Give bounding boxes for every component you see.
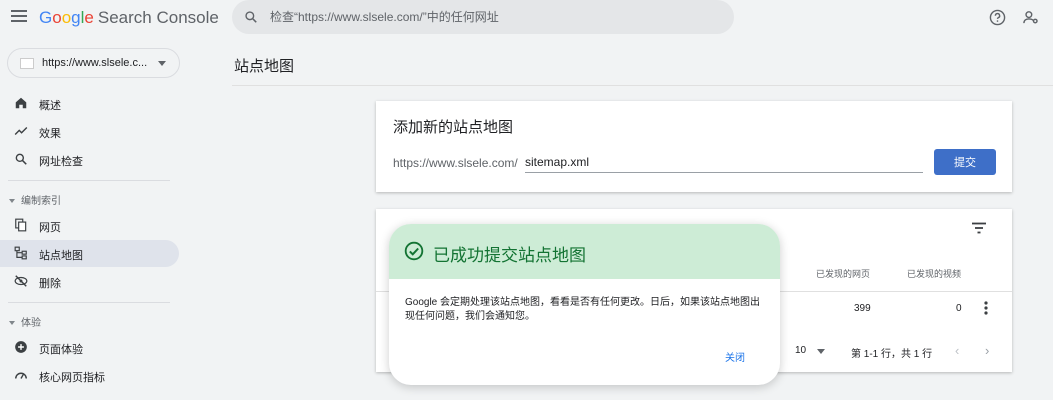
sidebar-item-page-experience[interactable]: 页面体验 [0,334,179,361]
search-input[interactable] [270,0,720,34]
page-title: 站点地图 [234,58,295,75]
discovered-videos-value: 0 [956,303,962,314]
search-icon [15,153,27,165]
url-inspection-search[interactable] [232,0,734,34]
sidebar-section-experience[interactable]: 体验 [9,314,41,329]
check-circle-icon [404,241,424,261]
column-header-discovered-pages[interactable]: 已发现的网页 [816,267,870,280]
column-header-discovered-videos[interactable]: 已发现的视频 [907,267,961,280]
close-button[interactable]: 关闭 [725,349,745,364]
product-name: Search Console [97,8,219,27]
sidebar-item-overview[interactable]: 概述 [0,90,179,117]
sitemap-url-prefix: https://www.slsele.com/ [393,156,518,170]
discovered-pages-value: 399 [854,303,871,314]
dialog-header: 已成功提交站点地图 [389,224,780,279]
sidebar-divider [8,302,170,303]
sidebar-item-performance[interactable]: 效果 [0,118,179,145]
speed-icon [15,372,27,379]
page-experience-icon [15,341,27,353]
sidebar-item-pages[interactable]: 网页 [0,212,179,239]
site-favicon-icon [20,58,34,69]
pagination-range: 第 1-1 行，共 1 行 [851,349,933,360]
sitemap-url-input[interactable] [525,152,923,173]
app-header: Google Search Console [0,0,1053,36]
dialog-message: Google 会定期处理该站点地图，看看是否有任何更改。日后，如果该站点地图出现… [405,297,761,322]
sidebar-item-removals[interactable]: 删除 [0,268,179,295]
more-vert-icon[interactable] [984,301,988,315]
home-icon [15,97,27,109]
property-selector[interactable]: https://www.slsele.c... [7,48,180,78]
add-sitemap-card: 添加新的站点地图 https://www.slsele.com/ 提交 [376,101,1012,192]
manage-users-icon[interactable] [1022,9,1040,26]
removal-icon [14,275,28,287]
chevron-down-icon [158,61,166,66]
app-logo[interactable]: Google Search Console [39,8,219,28]
sidebar-item-sitemaps[interactable]: 站点地图 [0,240,179,267]
sidebar-section-indexing[interactable]: 编制索引 [9,192,61,207]
submit-button[interactable]: 提交 [934,149,996,175]
sidebar-item-url-inspection[interactable]: 网址检查 [0,146,179,173]
trending-up-icon [14,127,28,135]
help-icon[interactable] [989,9,1006,26]
chevron-down-icon[interactable] [817,349,825,354]
sitemap-icon [14,246,27,260]
caret-down-icon [9,321,15,326]
pages-icon [15,218,27,232]
chevron-left-icon[interactable]: ‹ [955,343,959,358]
sidebar-item-core-web-vitals[interactable]: 核心网页指标 [0,362,179,389]
add-sitemap-title: 添加新的站点地图 [393,119,514,136]
menu-icon[interactable] [11,10,27,24]
sitemap-submitted-dialog: 已成功提交站点地图 Google 会定期处理该站点地图，看看是否有任何更改。日后… [389,224,780,385]
property-url: https://www.slsele.c... [42,57,148,69]
filter-icon[interactable] [971,222,987,234]
caret-down-icon [9,199,15,204]
dialog-title: 已成功提交站点地图 [433,246,586,265]
rows-per-page-select[interactable]: 10 [795,345,806,356]
search-icon [245,11,257,23]
chevron-right-icon[interactable]: › [985,343,989,358]
title-divider [232,85,1053,86]
sidebar-divider [8,180,170,181]
